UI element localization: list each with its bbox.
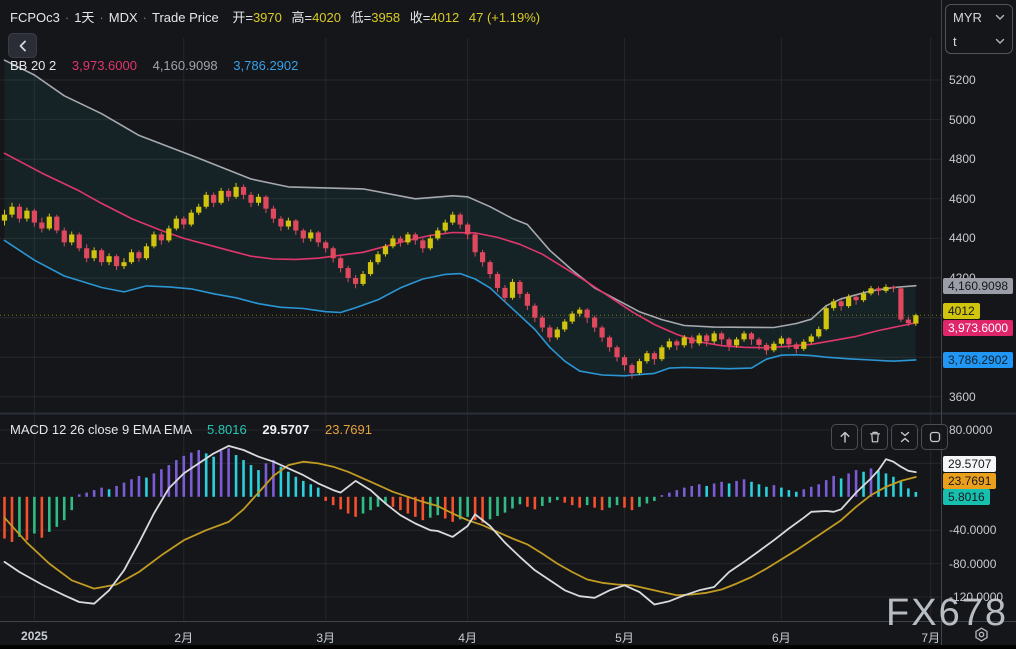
price-tick: 4600	[949, 191, 976, 206]
symbol-name[interactable]: FCPOc3	[10, 10, 60, 25]
maximize-icon	[929, 431, 940, 443]
bb-upper-price-label: 4,160.9098	[943, 278, 1014, 294]
high-label: 高=	[291, 10, 313, 25]
open-value: 3970	[252, 10, 282, 25]
bb-upper-value: 4,160.9098	[152, 58, 218, 73]
separator-dot: ·	[64, 10, 70, 25]
high-value: 4020	[312, 10, 341, 25]
bollinger-legend[interactable]: BB 20 2 3,973.6000 4,160.9098 3,786.2902	[10, 58, 298, 73]
time-label-4月: 4月	[458, 631, 477, 645]
bb-lower-price-label: 3,786.2902	[943, 352, 1014, 368]
unit-dropdown[interactable]: t	[946, 29, 1012, 53]
price-tick: 5200	[949, 73, 976, 87]
pane-toolbar	[831, 424, 948, 450]
exchange: MDX	[108, 10, 138, 25]
time-label-3月: 3月	[316, 631, 336, 645]
delete-pane-button[interactable]	[861, 424, 888, 450]
price-tick: 4800	[949, 152, 976, 167]
open-label: 开=	[232, 10, 253, 25]
macd-legend[interactable]: MACD 12 26 close 9 EMA EMA 5.8016 29.570…	[10, 422, 372, 437]
bb-mid-value: 3,973.6000	[71, 58, 137, 73]
unit-value: t	[953, 33, 957, 49]
trading-chart-app: FCPOc3 · 1天 · MDX · Trade Price 开=3970 高=4020 …	[0, 0, 1016, 649]
macd-signal-value: 23.7691	[325, 422, 372, 437]
back-button[interactable]	[8, 33, 37, 58]
macd-hist-value: 5.8016	[206, 422, 247, 437]
price-tick: 3600	[949, 389, 976, 404]
macd-value-label: 29.5707	[943, 456, 997, 472]
interval[interactable]: 1天	[74, 10, 94, 25]
close-value: 4012	[430, 10, 460, 25]
arrow-up-icon	[840, 431, 849, 443]
chevron-down-icon	[995, 14, 1005, 20]
change-value: 47 (+1.19%)	[468, 10, 541, 25]
time-label-6月: 6月	[772, 631, 791, 645]
series-type: Trade Price	[152, 10, 219, 25]
maximize-pane-button[interactable]	[921, 424, 948, 450]
macd-line-value: 29.5707	[262, 422, 310, 437]
price-tick: 4400	[949, 231, 976, 246]
price-tick: 5000	[949, 112, 976, 127]
move-pane-up-button[interactable]	[831, 424, 858, 450]
bb-lower-value: 3,786.2902	[233, 58, 299, 73]
bb-mid-price-label: 3,973.6000	[943, 320, 1014, 336]
watermark: FX678	[886, 592, 1008, 634]
collapse-icon	[900, 431, 909, 443]
time-label-2月: 2月	[174, 631, 194, 645]
chart-canvas[interactable]	[0, 0, 1016, 649]
time-label-2025: 2025	[21, 629, 48, 643]
currency-dropdown[interactable]: MYR	[946, 5, 1012, 29]
hist-value-label: 5.8016	[943, 489, 990, 505]
chevron-down-icon	[995, 38, 1005, 44]
collapse-pane-button[interactable]	[891, 424, 918, 450]
low-value: 3958	[371, 10, 401, 25]
macd-tick: -80.0000	[949, 556, 997, 571]
last-price-label: 4012	[943, 303, 980, 319]
separator-dot: ·	[142, 10, 147, 25]
trash-icon	[869, 431, 880, 443]
bb-label: BB 20 2	[10, 58, 57, 73]
axis-unit-selector: MYR t	[945, 4, 1013, 54]
close-label: 收=	[409, 10, 431, 25]
symbol-legend[interactable]: FCPOc3 · 1天 · MDX · Trade Price 开=3970 高=4020 …	[10, 7, 540, 26]
macd-tick: -40.0000	[949, 523, 997, 538]
bottom-strip	[0, 645, 1016, 649]
separator-dot: ·	[99, 10, 104, 25]
macd-tick: 80.0000	[949, 423, 993, 437]
signal-value-label: 23.7691	[943, 473, 997, 489]
macd-label: MACD 12 26 close 9 EMA EMA	[10, 422, 192, 437]
chevron-left-icon	[19, 40, 26, 51]
low-label: 低=	[350, 10, 372, 25]
currency-value: MYR	[953, 9, 982, 25]
time-label-5月: 5月	[615, 631, 634, 645]
